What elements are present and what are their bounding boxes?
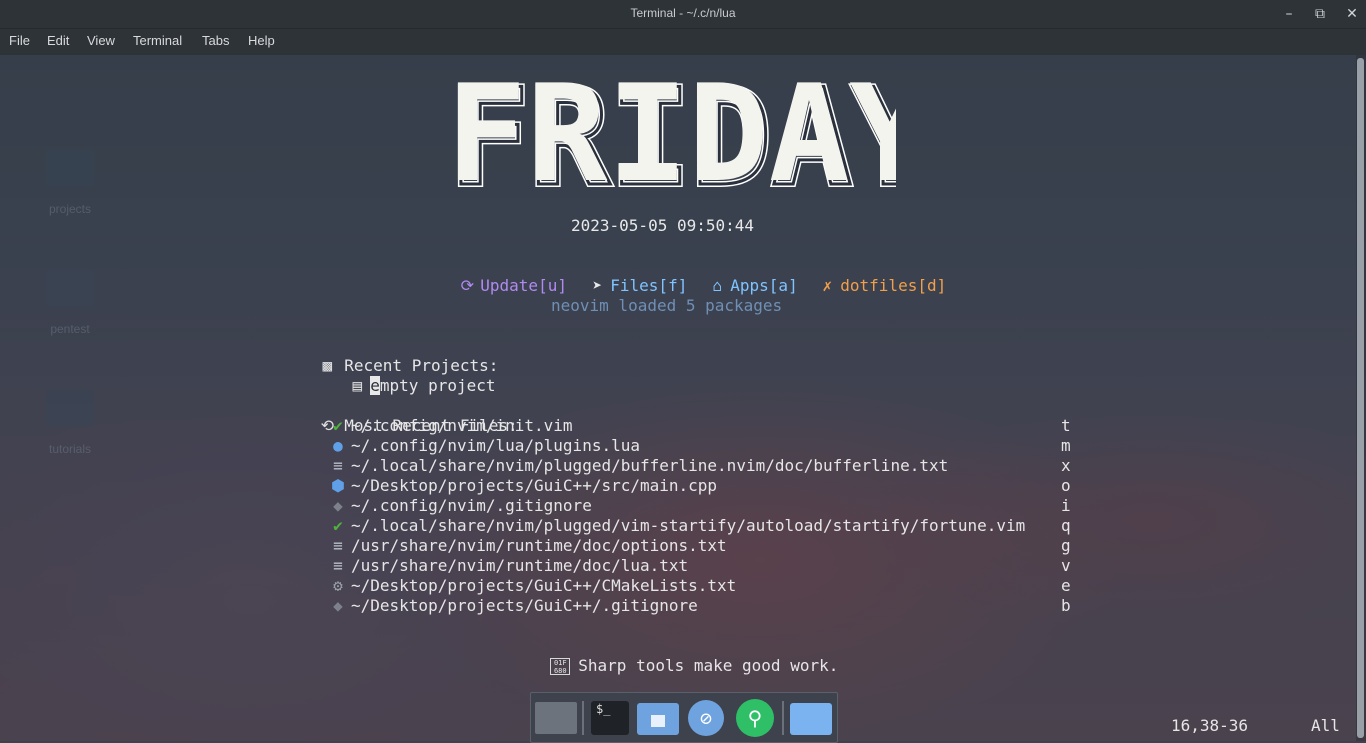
banner-text: FRIDAY bbox=[446, 72, 896, 197]
scroll-indicator: All bbox=[1311, 716, 1340, 735]
file-path: /usr/share/nvim/runtime/doc/options.txt bbox=[351, 536, 727, 555]
window-titlebar[interactable]: Terminal - ~/.c/n/lua – ⧉ ✕ bbox=[0, 0, 1366, 29]
file-shortcut-key: e bbox=[1061, 576, 1071, 595]
action-label: Apps[a] bbox=[730, 276, 798, 295]
minimize-icon[interactable]: – bbox=[1278, 4, 1300, 24]
cpp-icon: ⬢ bbox=[331, 476, 345, 495]
recent-file-item[interactable]: ◆ ~/.config/nvim/.gitignore bbox=[331, 496, 592, 516]
datetime: 2023-05-05 09:50:44 bbox=[571, 216, 755, 235]
file-manager-icon[interactable] bbox=[790, 703, 832, 735]
file-path: ~/.local/share/nvim/plugged/vim-startify… bbox=[351, 516, 1026, 535]
recent-file-item[interactable]: ≡ /usr/share/nvim/runtime/doc/lua.txt bbox=[331, 556, 688, 576]
file-path: ~/.config/nvim/init.vim bbox=[351, 416, 573, 435]
file-shortcut-key: b bbox=[1061, 596, 1071, 615]
menu-help[interactable]: Help bbox=[248, 33, 275, 48]
book-icon: ▤ bbox=[352, 376, 363, 395]
project-item[interactable]: ▤ empty project bbox=[331, 356, 496, 396]
recent-file-item[interactable]: ≡ /usr/share/nvim/runtime/doc/options.txt bbox=[331, 536, 727, 556]
search-icon[interactable]: ⚲ bbox=[736, 699, 774, 737]
file-path: /usr/share/nvim/runtime/doc/lua.txt bbox=[351, 556, 689, 575]
tools-icon: ✗ bbox=[822, 276, 833, 295]
home-icon: ⌂ bbox=[712, 276, 723, 295]
menu-file[interactable]: File bbox=[9, 33, 30, 48]
file-path: ~/Desktop/projects/GuiC++/src/main.cpp bbox=[351, 476, 718, 495]
close-icon[interactable]: ✕ bbox=[1341, 4, 1363, 24]
ascii-banner: FRIDAY FRIDAY FRIDAY bbox=[446, 56, 936, 219]
file-shortcut-key: t bbox=[1061, 416, 1071, 435]
git-icon: ◆ bbox=[333, 596, 343, 615]
unicode-glyph-icon: 01F 680 bbox=[550, 658, 571, 675]
recent-file-item[interactable]: ≡ ~/.local/share/nvim/plugged/bufferline.… bbox=[331, 456, 948, 476]
file-shortcut-key: x bbox=[1061, 456, 1071, 475]
action-label: dotfiles[d] bbox=[840, 276, 947, 295]
recent-file-item[interactable]: ✔ ~/.config/nvim/init.vim bbox=[331, 416, 573, 436]
cursor-position: 16,38-36 bbox=[1171, 716, 1249, 735]
house-shape bbox=[651, 715, 665, 727]
show-desktop-icon[interactable] bbox=[535, 702, 577, 734]
action-dotfiles[interactable]: ✗ dotfiles[d] bbox=[801, 256, 946, 296]
lua-icon: ● bbox=[333, 436, 343, 455]
file-shortcut-key: o bbox=[1061, 476, 1071, 495]
file-path: ~/.local/share/nvim/plugged/bufferline.n… bbox=[351, 456, 949, 475]
menu-terminal[interactable]: Terminal bbox=[133, 33, 182, 48]
dock: $_ ⊘ ⚲ bbox=[530, 692, 838, 743]
recent-file-item[interactable]: ✔ ~/.local/share/nvim/plugged/vim-startif… bbox=[331, 516, 1025, 536]
recent-file-item[interactable]: ⬢ ~/Desktop/projects/GuiC++/src/main.cpp bbox=[331, 476, 717, 496]
terminal-icon[interactable]: $_ bbox=[591, 701, 629, 735]
action-label: Files[f] bbox=[610, 276, 688, 295]
file-icon: ≡ bbox=[333, 456, 343, 475]
project-name: mpty project bbox=[379, 376, 496, 395]
update-icon: ⟳ bbox=[460, 276, 474, 295]
menu-view[interactable]: View bbox=[87, 33, 115, 48]
footer-quote-line: 01F 680 Sharp tools make good work. bbox=[531, 636, 838, 676]
fortune-quote: Sharp tools make good work. bbox=[578, 656, 839, 675]
action-update[interactable]: ⟳ Update[u] bbox=[441, 256, 567, 296]
action-apps[interactable]: ⌂ Apps[a] bbox=[691, 256, 798, 296]
text-cursor: e bbox=[370, 376, 380, 395]
dock-separator bbox=[782, 701, 784, 735]
window-title: Terminal - ~/.c/n/lua bbox=[630, 6, 736, 20]
home-folder-icon[interactable] bbox=[637, 703, 679, 735]
menu-bar: File Edit View Terminal Tabs Help bbox=[0, 29, 1366, 55]
file-icon: ≡ bbox=[333, 536, 343, 555]
recent-file-item[interactable]: ◆ ~/Desktop/projects/GuiC++/.gitignore bbox=[331, 596, 698, 616]
file-path: ~/.config/nvim/.gitignore bbox=[351, 496, 592, 515]
file-shortcut-key: m bbox=[1061, 436, 1071, 455]
menu-tabs[interactable]: Tabs bbox=[202, 33, 229, 48]
file-shortcut-key: g bbox=[1061, 536, 1071, 555]
action-label: Update[u] bbox=[480, 276, 567, 295]
file-shortcut-key: i bbox=[1061, 496, 1071, 515]
vim-icon: ✔ bbox=[333, 516, 343, 535]
gear-icon: ⚙ bbox=[333, 576, 343, 595]
recent-file-item[interactable]: ⚙ ~/Desktop/projects/GuiC++/CMakeLists.tx… bbox=[331, 576, 736, 596]
packages-status: neovim loaded 5 packages bbox=[551, 296, 783, 315]
file-shortcut-key: v bbox=[1061, 556, 1071, 575]
telegram-icon: ➤ bbox=[592, 276, 603, 295]
file-path: ~/.config/nvim/lua/plugins.lua bbox=[351, 436, 640, 455]
browser-icon[interactable]: ⊘ bbox=[688, 700, 724, 736]
file-path: ~/Desktop/projects/GuiC++/.gitignore bbox=[351, 596, 698, 615]
dock-separator bbox=[582, 701, 584, 735]
menu-edit[interactable]: Edit bbox=[47, 33, 69, 48]
file-shortcut-key: q bbox=[1061, 516, 1071, 535]
scrollbar-thumb[interactable] bbox=[1357, 58, 1364, 738]
maximize-icon[interactable]: ⧉ bbox=[1309, 4, 1331, 24]
file-path: ~/Desktop/projects/GuiC++/CMakeLists.txt bbox=[351, 576, 737, 595]
vim-icon: ✔ bbox=[333, 416, 343, 435]
file-icon: ≡ bbox=[333, 556, 343, 575]
action-files[interactable]: ➤ Files[f] bbox=[571, 256, 687, 296]
git-icon: ◆ bbox=[333, 496, 343, 515]
recent-file-item[interactable]: ● ~/.config/nvim/lua/plugins.lua bbox=[331, 436, 640, 456]
